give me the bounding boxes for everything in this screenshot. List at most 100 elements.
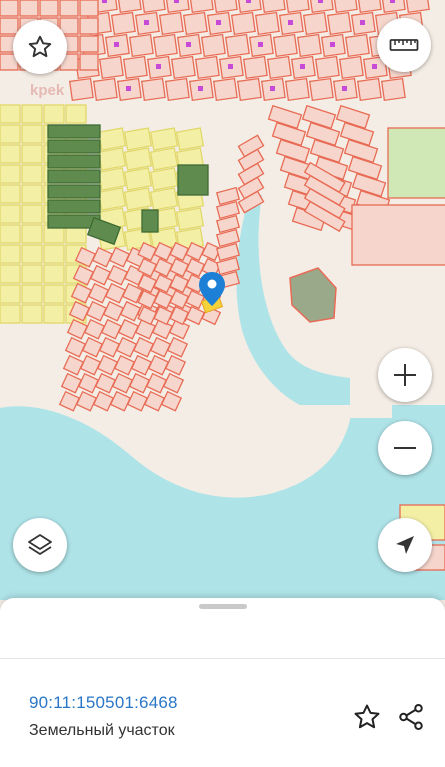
urban-parcel	[351, 204, 445, 266]
urban-parcel	[230, 11, 256, 36]
park-parcel	[387, 127, 445, 199]
favorite-map-button[interactable]	[13, 20, 67, 74]
yellow-parcel	[21, 284, 43, 304]
sheet-drag-handle[interactable]	[199, 604, 247, 609]
urban-parcel	[242, 55, 268, 80]
building-marker	[186, 42, 191, 47]
building-marker	[342, 86, 347, 91]
urban-parcel	[344, 33, 370, 58]
yellow-parcel	[21, 184, 43, 204]
urban-parcel	[68, 77, 94, 102]
urban-parcel	[0, 0, 19, 17]
yellow-parcel	[97, 167, 127, 191]
green-parcel	[47, 154, 101, 169]
zoom-in-button[interactable]	[378, 348, 432, 402]
map-watermark: kpek	[30, 82, 65, 99]
building-marker	[258, 42, 263, 47]
urban-parcel	[380, 77, 406, 102]
urban-parcel	[164, 77, 190, 102]
urban-parcel	[212, 77, 238, 102]
yellow-parcel	[0, 304, 21, 324]
urban-parcel	[326, 11, 352, 36]
urban-parcel	[79, 0, 99, 17]
urban-parcel	[254, 11, 280, 36]
urban-parcel	[79, 17, 99, 35]
urban-parcel	[194, 55, 220, 80]
building-marker	[114, 42, 119, 47]
urban-parcel	[200, 33, 226, 58]
yellow-parcel	[21, 144, 43, 164]
urban-parcel	[152, 33, 178, 58]
urban-parcel	[272, 33, 298, 58]
cadastral-number[interactable]: 90:11:150501:6468	[29, 693, 178, 713]
yellow-parcel	[43, 104, 65, 124]
map-view[interactable]: kpek	[0, 0, 445, 600]
urban-parcel	[212, 0, 238, 14]
yellow-parcel	[97, 147, 127, 171]
urban-parcel	[140, 0, 166, 14]
yellow-parcel	[0, 264, 21, 284]
ruler-button[interactable]	[377, 18, 431, 72]
green-parcel	[141, 209, 159, 233]
yellow-parcel	[0, 164, 21, 184]
yellow-parcel	[123, 167, 153, 191]
yellow-parcel	[149, 167, 179, 191]
urban-parcel	[188, 0, 214, 14]
locate-button[interactable]	[378, 518, 432, 572]
parcel-type-label: Земельный участок	[29, 722, 175, 739]
yellow-parcel	[43, 264, 65, 284]
sheet-divider	[0, 658, 445, 659]
urban-parcel	[338, 55, 364, 80]
green-parcel	[47, 124, 101, 139]
urban-parcel	[98, 55, 124, 80]
urban-parcel	[122, 55, 148, 80]
building-marker	[372, 64, 377, 69]
favorite-parcel-button[interactable]	[352, 702, 382, 732]
share-button[interactable]	[396, 702, 426, 732]
yellow-parcel	[65, 104, 87, 124]
urban-parcel	[296, 33, 322, 58]
urban-parcel	[260, 0, 286, 14]
minus-icon	[394, 447, 416, 449]
green-parcel	[47, 169, 101, 184]
urban-parcel	[19, 0, 39, 17]
yellow-parcel	[149, 127, 179, 151]
building-marker	[318, 0, 323, 3]
yellow-parcel	[21, 264, 43, 284]
urban-parcel	[92, 77, 118, 102]
urban-parcel	[79, 53, 99, 71]
yellow-parcel	[0, 244, 21, 264]
green-parcel	[47, 199, 101, 214]
urban-parcel	[284, 0, 310, 14]
urban-parcel	[266, 55, 292, 80]
green-parcel	[177, 164, 209, 196]
urban-parcel	[356, 77, 382, 102]
zoom-out-button[interactable]	[378, 421, 432, 475]
urban-parcel	[404, 0, 430, 14]
parcel-info-sheet[interactable]: 90:11:150501:6468 Земельный участок	[0, 598, 445, 767]
building-marker	[198, 86, 203, 91]
urban-parcel	[140, 77, 166, 102]
urban-parcel	[110, 11, 136, 36]
green-parcel	[47, 139, 101, 154]
urban-parcel	[39, 0, 59, 17]
navigation-arrow-icon	[396, 536, 414, 554]
building-marker	[102, 0, 107, 3]
building-marker	[330, 42, 335, 47]
urban-parcel	[170, 55, 196, 80]
urban-parcel	[116, 0, 142, 14]
ruler-icon	[389, 39, 419, 51]
yellow-parcel	[123, 147, 153, 171]
urban-parcel	[314, 55, 340, 80]
green-parcel	[47, 184, 101, 199]
urban-parcel	[284, 77, 310, 102]
yellow-parcel	[21, 204, 43, 224]
building-marker	[246, 0, 251, 3]
urban-parcel	[0, 17, 19, 35]
yellow-parcel	[149, 147, 179, 171]
urban-parcel	[182, 11, 208, 36]
yellow-parcel	[0, 184, 21, 204]
building-marker	[270, 86, 275, 91]
yellow-parcel	[0, 104, 21, 124]
layers-button[interactable]	[13, 518, 67, 572]
